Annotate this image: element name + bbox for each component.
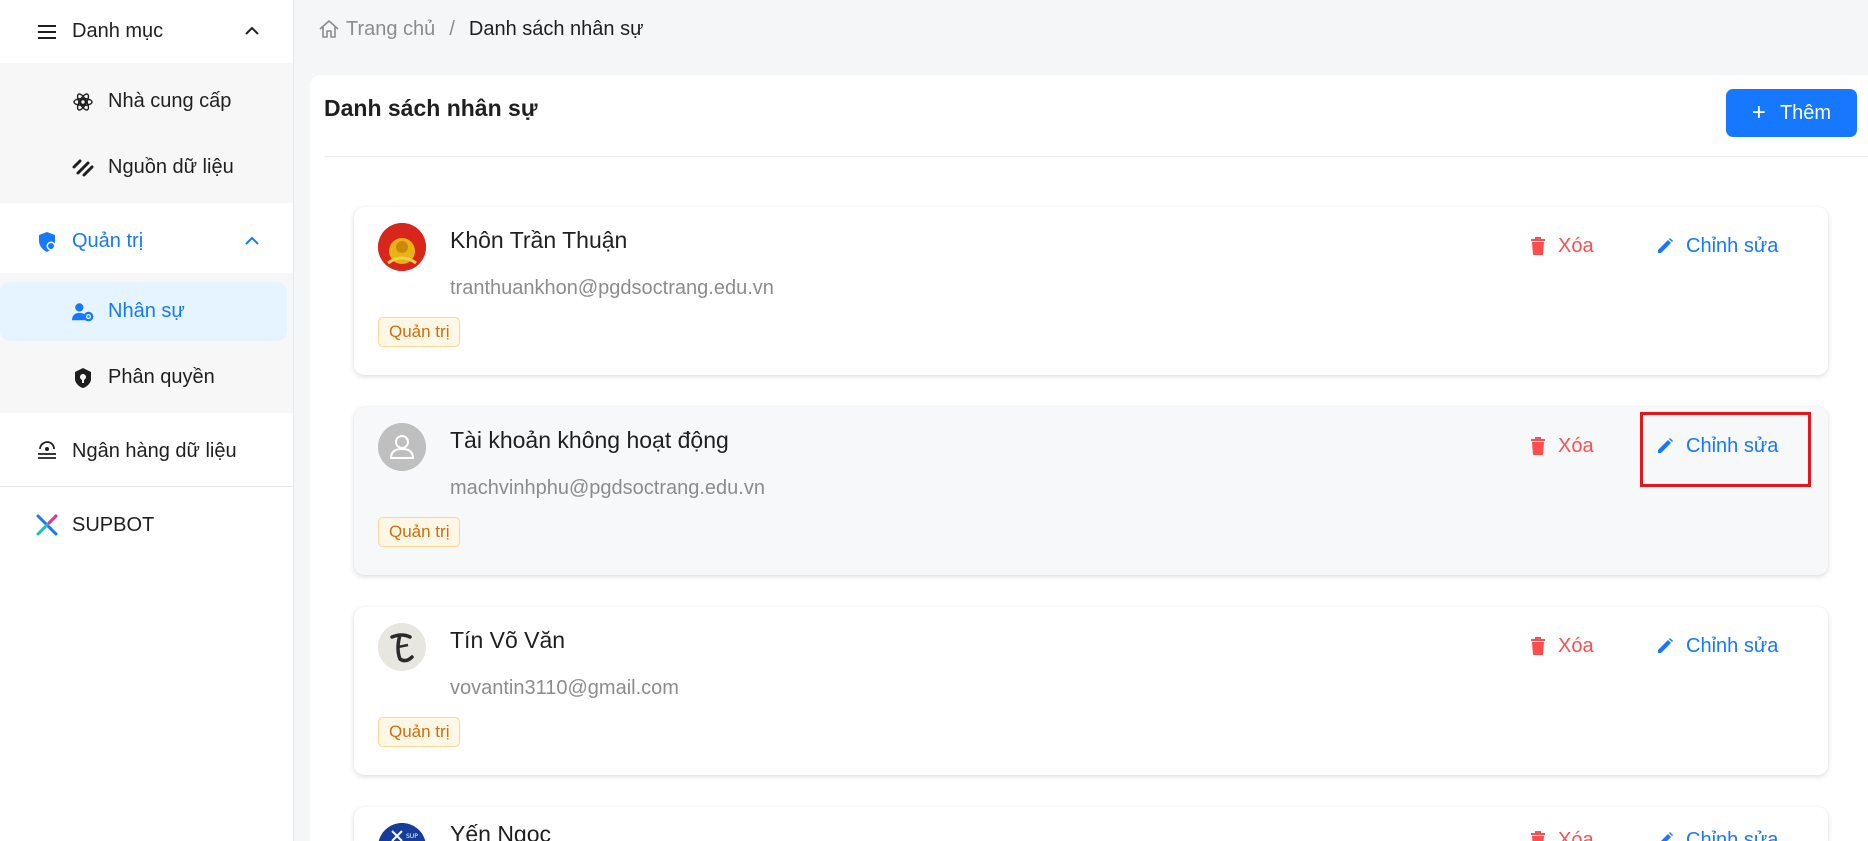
- sidebar-divider: [0, 486, 293, 487]
- sidebar-group-danh-muc[interactable]: Danh mục: [0, 0, 293, 63]
- sidebar-item-ngan-hang-du-lieu[interactable]: Ngân hàng dữ liệu: [0, 420, 293, 482]
- sidebar-group-label: Quản trị: [72, 230, 144, 252]
- edit-label: Chỉnh sửa: [1686, 828, 1779, 841]
- user-card: SUP Yến Ngọc Xóa Chỉnh sửa: [354, 807, 1828, 841]
- avatar: [378, 423, 426, 471]
- page-title: Danh sách nhân sự: [324, 95, 538, 121]
- data-bank-icon: [36, 440, 58, 462]
- user-card: Tín Võ Văn vovantin3110@gmail.com Quản t…: [354, 607, 1828, 775]
- quan-tri-submenu: Nhân sự Phân quyền: [0, 273, 293, 413]
- title-divider: [324, 156, 1868, 157]
- user-name: Tài khoản không hoạt động: [450, 427, 729, 453]
- role-tag: Quản trị: [378, 717, 461, 747]
- breadcrumb: Trang chủ / Danh sách nhân sự: [318, 16, 643, 42]
- delete-label: Xóa: [1558, 828, 1594, 841]
- edit-button[interactable]: Chỉnh sửa: [1656, 825, 1778, 841]
- menu-icon: [36, 21, 58, 43]
- user-name: Khôn Trần Thuận: [450, 227, 628, 253]
- permission-icon: [72, 367, 94, 389]
- add-button-label: Thêm: [1779, 101, 1832, 124]
- sidebar-group-quan-tri[interactable]: Quản trị: [0, 210, 293, 273]
- pencil-icon: [1658, 238, 1673, 253]
- sidebar-group-label: Danh mục: [72, 20, 164, 42]
- plus-icon: +: [1751, 99, 1766, 126]
- breadcrumb-home-label: Trang chủ: [346, 17, 436, 40]
- chevron-up-icon: [245, 26, 259, 35]
- provider-icon: [72, 91, 94, 113]
- trash-icon: [1531, 237, 1545, 255]
- sidebar: Danh mục Nhà cung cấp Nguồn dữ liệu Quản…: [0, 0, 294, 841]
- delete-button[interactable]: Xóa: [1530, 825, 1594, 841]
- user-email: tranthuankhon@pgdsoctrang.edu.vn: [450, 277, 774, 299]
- delete-button[interactable]: Xóa: [1530, 231, 1594, 261]
- role-tag: Quản trị: [378, 517, 461, 547]
- highlight-box: [1640, 412, 1811, 487]
- sidebar-item-label: SUPBOT: [72, 513, 155, 536]
- avatar: SUP: [378, 823, 426, 841]
- edit-button[interactable]: Chỉnh sửa: [1656, 631, 1778, 661]
- role-tag: Quản trị: [378, 317, 461, 347]
- delete-label: Xóa: [1558, 634, 1594, 657]
- sidebar-item-label: Nhà cung cấp: [108, 90, 232, 112]
- delete-button[interactable]: Xóa: [1530, 431, 1594, 461]
- sidebar-item-label: Ngân hàng dữ liệu: [72, 439, 237, 462]
- delete-button[interactable]: Xóa: [1530, 631, 1594, 661]
- sidebar-item-label: Nguồn dữ liệu: [108, 156, 234, 178]
- user-email: machvinhphu@pgdsoctrang.edu.vn: [450, 477, 765, 499]
- breadcrumb-separator: /: [449, 17, 455, 40]
- avatar: [378, 623, 426, 671]
- breadcrumb-current: Danh sách nhân sự: [468, 17, 644, 40]
- trash-icon: [1531, 637, 1545, 655]
- pencil-icon: [1661, 832, 1673, 841]
- edit-button[interactable]: Chỉnh sửa: [1656, 231, 1778, 261]
- edit-label: Chỉnh sửa: [1686, 634, 1779, 657]
- user-name: Tín Võ Văn: [450, 627, 566, 653]
- data-source-icon: [72, 157, 94, 179]
- sidebar-item-supbot[interactable]: SUPBOT: [0, 494, 293, 556]
- delete-label: Xóa: [1558, 434, 1594, 457]
- sidebar-item-phan-quyen[interactable]: Phân quyền: [0, 348, 287, 407]
- home-icon: [319, 20, 339, 38]
- sidebar-item-label: Nhân sự: [108, 300, 185, 322]
- trash-icon: [1531, 437, 1545, 455]
- danh-muc-submenu: Nhà cung cấp Nguồn dữ liệu: [0, 63, 293, 203]
- sidebar-item-label: Phân quyền: [108, 366, 215, 388]
- breadcrumb-home[interactable]: Trang chủ: [318, 18, 435, 41]
- user-card: Tài khoản không hoạt động machvinhphu@pg…: [354, 407, 1828, 575]
- chevron-up-icon: [245, 236, 259, 245]
- user-name: Yến Ngọc: [450, 821, 552, 841]
- sidebar-item-nha-cung-cap[interactable]: Nhà cung cấp: [0, 72, 287, 131]
- sidebar-item-nhan-su[interactable]: Nhân sự: [0, 282, 287, 341]
- user-email: vovantin3110@gmail.com: [450, 677, 679, 699]
- delete-label: Xóa: [1558, 234, 1594, 257]
- avatar: [378, 223, 426, 271]
- shield-icon: [36, 231, 58, 253]
- svg-text:SUP: SUP: [406, 833, 418, 840]
- edit-label: Chỉnh sửa: [1686, 234, 1779, 257]
- pencil-icon: [1658, 638, 1673, 653]
- sidebar-item-nguon-du-lieu[interactable]: Nguồn dữ liệu: [0, 138, 287, 197]
- add-button[interactable]: + Thêm: [1726, 89, 1857, 137]
- supbot-logo-icon: [36, 514, 58, 536]
- user-card: Khôn Trần Thuận tranthuankhon@pgdsoctran…: [354, 207, 1828, 375]
- trash-icon: [1531, 831, 1545, 841]
- user-settings-icon: [72, 301, 94, 323]
